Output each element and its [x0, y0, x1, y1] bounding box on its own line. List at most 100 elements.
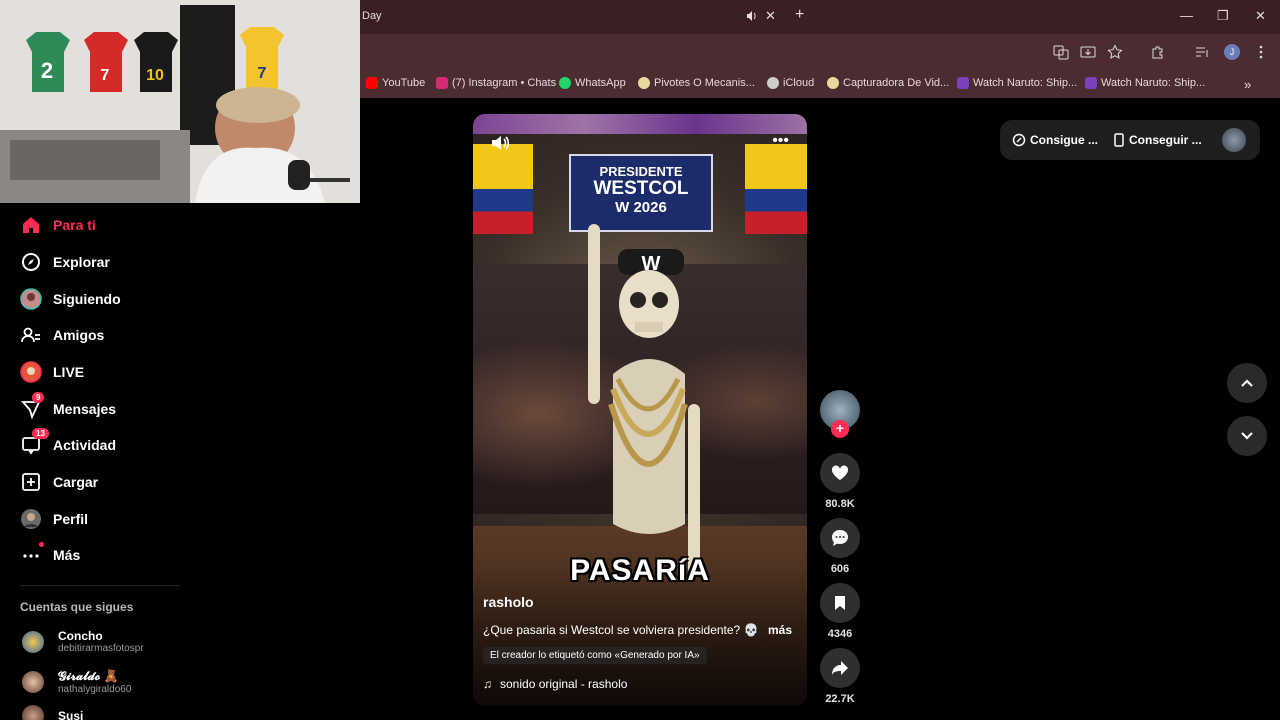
- upload-icon: [20, 471, 42, 493]
- video-author[interactable]: rasholo: [483, 594, 534, 610]
- user-avatar[interactable]: [1222, 128, 1246, 152]
- next-video-button[interactable]: [1227, 416, 1267, 456]
- sidebar-item-live[interactable]: LIVE: [20, 358, 84, 386]
- sidebar-item-mas[interactable]: Más: [20, 541, 80, 569]
- svg-text:7: 7: [258, 65, 267, 82]
- extensions-icon[interactable]: [1150, 44, 1166, 60]
- messages-icon: 9: [20, 392, 45, 420]
- get-app-button[interactable]: Conseguir ...: [1113, 133, 1202, 147]
- bookmarks-overflow-icon[interactable]: »: [1244, 77, 1251, 92]
- profile-avatar-icon[interactable]: J: [1224, 44, 1240, 60]
- more-icon: [20, 542, 44, 566]
- following-account[interactable]: Susi: [22, 705, 83, 720]
- new-tab-icon[interactable]: +: [795, 6, 804, 24]
- volume-icon[interactable]: [489, 132, 511, 154]
- live-avatar-icon: [20, 361, 42, 383]
- sidebar-divider: [20, 585, 180, 586]
- video-options-icon[interactable]: •••: [772, 132, 789, 150]
- chevron-down-icon: [1241, 432, 1253, 440]
- video-sound[interactable]: ♫ sonido original - rasholo: [483, 677, 627, 691]
- webcam-overlay: 2 7 10 7: [0, 0, 360, 203]
- translate-icon[interactable]: [1053, 44, 1069, 60]
- caption-more-link[interactable]: más: [768, 623, 792, 637]
- site-icon: [638, 77, 650, 89]
- avatar: [22, 705, 44, 720]
- chrome-menu-icon[interactable]: [1253, 44, 1269, 60]
- whatsapp-icon: [559, 77, 571, 89]
- activity-badge: 13: [32, 428, 49, 439]
- tab-close-icon[interactable]: ✕: [765, 8, 776, 24]
- music-note-icon: ♫: [483, 677, 492, 691]
- bookmark-icon: [835, 596, 845, 610]
- sidebar-item-siguiendo[interactable]: Siguiendo: [20, 285, 121, 313]
- like-button[interactable]: [820, 453, 860, 493]
- streamer-camera-image: 2 7 10 7: [0, 0, 360, 203]
- colombia-flag-right: [745, 144, 807, 234]
- bookmark-naruto-1[interactable]: Watch Naruto: Ship...: [957, 77, 1077, 89]
- follow-plus-icon[interactable]: +: [831, 420, 849, 438]
- heart-icon: [831, 465, 849, 480]
- get-coins-button[interactable]: Consigue ...: [1012, 133, 1098, 147]
- previous-video-button[interactable]: [1227, 363, 1267, 403]
- install-app-icon[interactable]: [1080, 44, 1096, 60]
- following-section-title: Cuentas que sigues: [20, 600, 134, 614]
- video-player[interactable]: PRESIDENTE WESTCOL W 2026 W PASARíA ••• …: [473, 114, 807, 706]
- phone-icon: [1114, 133, 1124, 147]
- sidebar-item-explorar[interactable]: Explorar: [20, 248, 110, 276]
- maximize-icon[interactable]: ❐: [1217, 8, 1229, 24]
- video-caption: ¿Que pasaria si Westcol se volviera pres…: [483, 623, 759, 637]
- sidebar-item-cargar[interactable]: Cargar: [20, 468, 98, 496]
- window-close-icon[interactable]: ✕: [1255, 8, 1266, 24]
- share-button[interactable]: [820, 648, 860, 688]
- minimize-icon[interactable]: —: [1180, 8, 1193, 23]
- skeleton-figure: W: [588, 224, 700, 574]
- compass-icon: [20, 251, 42, 273]
- following-account[interactable]: Concho debitirarmasfotospr: [22, 629, 144, 654]
- browser-tab-bar: Day ✕ + — ❐ ✕: [360, 0, 1280, 34]
- bookmark-instagram[interactable]: (7) Instagram • Chats: [436, 77, 556, 89]
- more-notification-dot: [39, 542, 44, 547]
- bookmark-naruto-2[interactable]: Watch Naruto: Ship...: [1085, 77, 1205, 89]
- chevron-up-icon: [1241, 379, 1253, 387]
- colombia-flag-left: [473, 144, 533, 234]
- bookmark-capturadora[interactable]: Capturadora De Vid...: [827, 77, 949, 89]
- messages-badge: 9: [32, 392, 45, 403]
- sidebar-item-actividad[interactable]: 13 Actividad: [20, 428, 116, 459]
- share-count: 22.7K: [825, 693, 855, 705]
- comment-button[interactable]: [820, 518, 860, 558]
- video-overlay-text: PASARíA: [570, 554, 710, 587]
- following-avatar-icon: [20, 288, 42, 310]
- sidebar-item-para-ti[interactable]: Para ti: [20, 211, 96, 239]
- comment-icon: [832, 530, 848, 546]
- bookmark-whatsapp[interactable]: WhatsApp: [559, 77, 626, 89]
- ai-generated-label: El creador lo etiquetó como «Generado po…: [483, 647, 707, 664]
- following-account[interactable]: 𝓖𝓲𝓻𝓪𝓵𝓭𝓸 🧸 nathalygiraldo60: [22, 669, 131, 695]
- tab-title[interactable]: Day: [362, 10, 382, 22]
- bookmark-pivotes[interactable]: Pivotes O Mecanis...: [638, 77, 755, 89]
- sidebar-item-perfil[interactable]: Perfil: [20, 505, 88, 533]
- sidebar-item-mensajes[interactable]: 9 Mensajes: [20, 392, 116, 423]
- avatar: [22, 671, 44, 693]
- media-control-icon[interactable]: [1194, 44, 1210, 60]
- comment-count: 606: [830, 563, 850, 575]
- friends-icon: [20, 324, 42, 346]
- save-count: 4346: [827, 628, 853, 640]
- top-right-actions: Consigue ... Conseguir ...: [1000, 120, 1260, 160]
- bookmark-star-icon[interactable]: [1107, 44, 1123, 60]
- instagram-icon: [436, 77, 448, 89]
- bookmark-youtube[interactable]: YouTube: [366, 77, 425, 89]
- bookmark-icloud[interactable]: iCloud: [767, 77, 814, 89]
- save-button[interactable]: [820, 583, 860, 623]
- profile-avatar-icon: [20, 508, 42, 530]
- avatar: [22, 630, 44, 653]
- tab-audio-icon[interactable]: [746, 10, 758, 22]
- apple-icon: [767, 77, 779, 89]
- site-icon: [827, 77, 839, 89]
- home-icon: [20, 214, 42, 236]
- youtube-icon: [366, 77, 378, 89]
- folder-icon: [1085, 77, 1097, 89]
- sidebar-nav: Para ti Explorar Siguiendo Amigos LIVE 9…: [0, 203, 360, 720]
- bookmarks-bar: YouTube (7) Instagram • Chats WhatsApp P…: [360, 72, 1280, 98]
- coin-icon: [1012, 133, 1026, 147]
- sidebar-item-amigos[interactable]: Amigos: [20, 321, 104, 349]
